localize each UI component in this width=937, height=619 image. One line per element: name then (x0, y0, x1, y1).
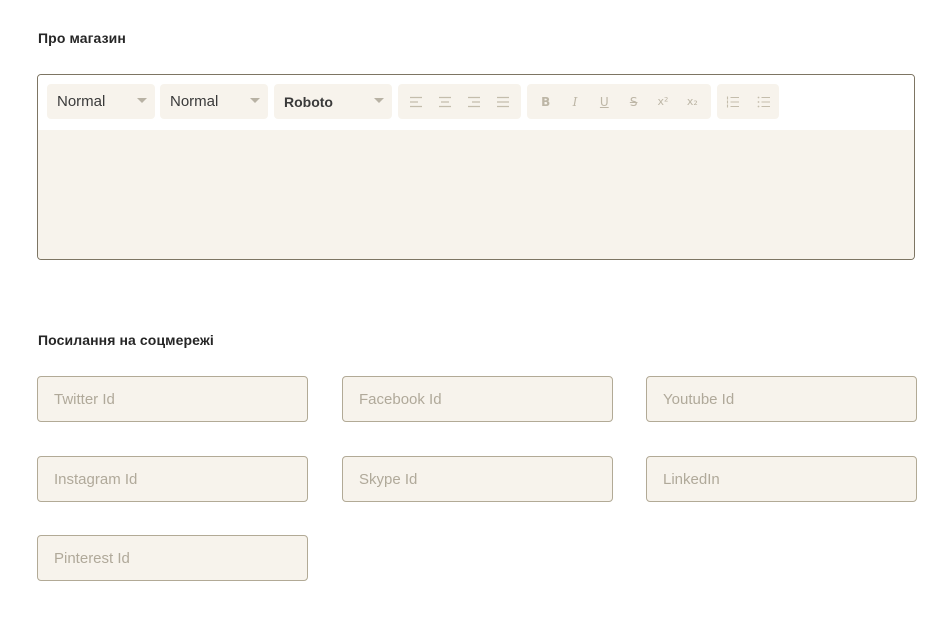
align-center-icon (439, 96, 452, 107)
align-group (398, 84, 521, 119)
font-select-value: Roboto (284, 93, 333, 110)
editor-content-area[interactable] (38, 130, 914, 259)
about-section-title: Про магазин (38, 30, 126, 46)
font-select[interactable]: Roboto (274, 84, 392, 119)
editor-toolbar: Normal Normal Roboto B I U S x² x₂ (38, 75, 914, 130)
italic-icon: I (572, 94, 578, 109)
subscript-button[interactable]: x₂ (678, 84, 707, 119)
format-group: B I U S x² x₂ (527, 84, 711, 119)
linkedin-input[interactable] (646, 456, 917, 502)
list-group (717, 84, 779, 119)
rich-text-editor: Normal Normal Roboto B I U S x² x₂ (37, 74, 915, 260)
size-select[interactable]: Normal (160, 84, 268, 119)
twitter-id-input[interactable] (37, 376, 308, 422)
align-right-icon (467, 96, 480, 107)
align-left-icon (410, 96, 423, 107)
bullet-list-icon (757, 96, 770, 107)
superscript-icon: x² (657, 95, 669, 108)
facebook-id-input[interactable] (342, 376, 613, 422)
header-select[interactable]: Normal (47, 84, 155, 119)
youtube-id-input[interactable] (646, 376, 917, 422)
chevron-down-icon (250, 98, 260, 103)
align-justify-button[interactable] (488, 84, 517, 119)
bullet-list-button[interactable] (748, 84, 779, 119)
align-left-button[interactable] (402, 84, 431, 119)
social-section-title: Посилання на соцмережі (38, 332, 214, 348)
ordered-list-button[interactable] (717, 84, 748, 119)
instagram-id-input[interactable] (37, 456, 308, 502)
skype-id-input[interactable] (342, 456, 613, 502)
bold-button[interactable]: B (531, 84, 560, 119)
align-right-button[interactable] (460, 84, 489, 119)
italic-button[interactable]: I (560, 84, 589, 119)
align-center-button[interactable] (431, 84, 460, 119)
chevron-down-icon (137, 98, 147, 103)
header-select-value: Normal (57, 93, 106, 110)
pinterest-id-input[interactable] (37, 535, 308, 581)
align-justify-icon (496, 96, 509, 107)
underline-button[interactable]: U (590, 84, 619, 119)
strike-button[interactable]: S (619, 84, 648, 119)
strikethrough-icon: S (629, 94, 638, 109)
subscript-icon: x₂ (686, 95, 698, 108)
superscript-button[interactable]: x² (648, 84, 677, 119)
bold-icon: B (541, 94, 551, 109)
chevron-down-icon (374, 98, 384, 103)
underline-icon: U (599, 94, 609, 109)
size-select-value: Normal (170, 93, 219, 110)
ordered-list-icon (726, 96, 739, 107)
